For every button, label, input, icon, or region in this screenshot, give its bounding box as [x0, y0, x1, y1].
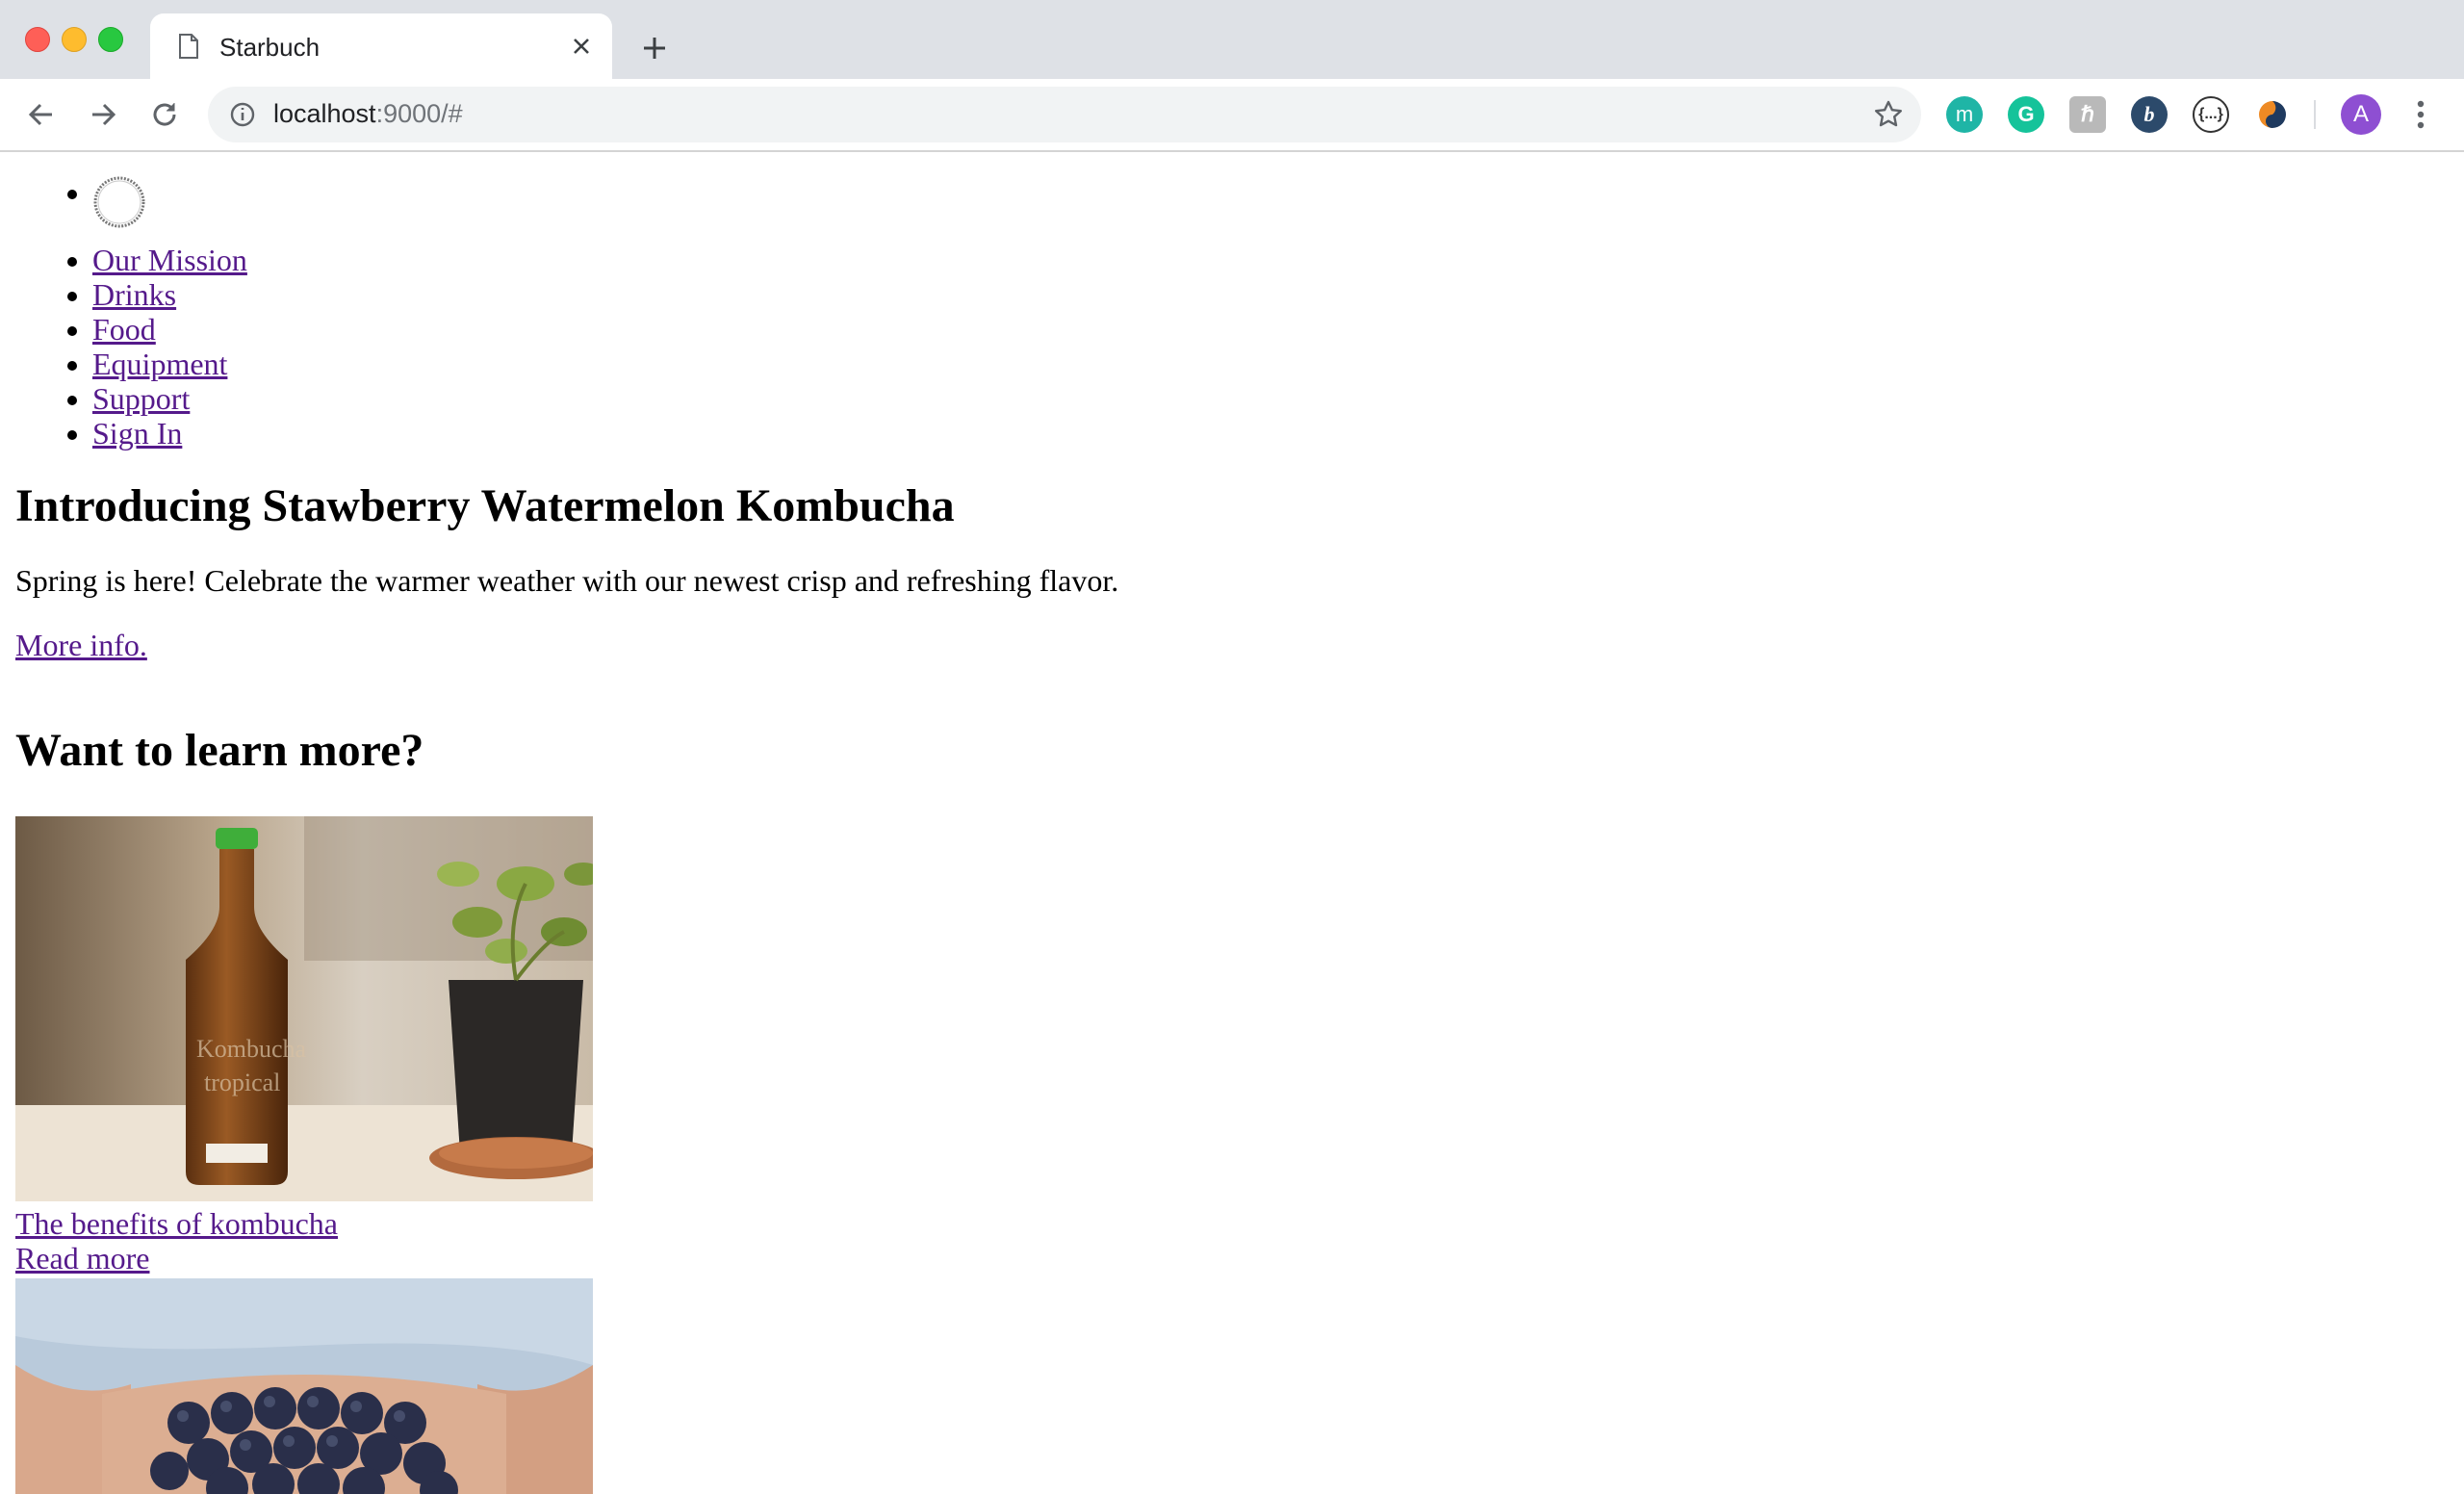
reload-icon[interactable] [146, 96, 183, 133]
toolbar-separator [2314, 100, 2316, 129]
more-info-link[interactable]: More info. [15, 628, 147, 663]
grammarly-extension-icon[interactable]: G [2008, 96, 2044, 133]
learn-more-heading: Want to learn more? [15, 725, 424, 776]
extension-s-icon[interactable] [2254, 96, 2291, 133]
card-title-link[interactable]: The benefits of kombucha [15, 1206, 338, 1242]
tab-title: Starbuch [219, 33, 321, 62]
extension-g-label: G [2017, 102, 2035, 126]
browser-menu-icon[interactable] [2406, 96, 2435, 133]
maximize-window-button[interactable] [98, 27, 123, 52]
extension-s-logo [2259, 101, 2286, 128]
back-arrow-icon[interactable] [23, 96, 60, 133]
nav-link-equipment[interactable]: Equipment [92, 347, 227, 381]
nav-link-food[interactable]: Food [92, 312, 156, 347]
site-info-icon[interactable] [229, 101, 256, 128]
nav-item-our-mission: Our Mission [92, 243, 247, 277]
address-bar[interactable]: localhost:9000/# [208, 87, 1921, 142]
forward-arrow-icon[interactable] [85, 96, 121, 133]
browser-toolbar: localhost:9000/# m G ℏ b {...} A [0, 79, 2464, 152]
hero-title: Introducing Stawberry Watermelon Kombuch… [15, 480, 955, 531]
url-text[interactable]: localhost:9000/# [273, 99, 463, 129]
json-extension-icon[interactable]: {...} [2193, 96, 2229, 133]
nav-item-support: Support [92, 381, 247, 416]
read-more-link[interactable]: Read more [15, 1241, 150, 1276]
browser-tab[interactable]: Starbuch [150, 13, 612, 79]
minimize-window-button[interactable] [62, 27, 87, 52]
nav-link-drinks[interactable]: Drinks [92, 277, 176, 312]
extension-b-label: b [2143, 102, 2155, 126]
profile-avatar[interactable]: A [2341, 94, 2381, 135]
grapes-in-hands-image[interactable] [15, 1278, 593, 1494]
nav-logo-item [92, 175, 247, 243]
avatar-letter: A [2352, 101, 2369, 127]
web-page: Our Mission Drinks Food Equipment Suppor… [0, 152, 2464, 1494]
nav-link-support[interactable]: Support [92, 381, 190, 416]
bookmark-star-icon[interactable] [1873, 99, 1904, 130]
extension-m-label: m [1955, 102, 1974, 126]
url-path: :9000/# [375, 99, 463, 128]
nav-item-sign-in: Sign In [92, 416, 247, 451]
nav-link-our-mission[interactable]: Our Mission [92, 243, 247, 277]
extension-h-icon[interactable]: ℏ [2069, 96, 2106, 133]
svg-text:Kombucha: Kombucha [196, 1035, 307, 1063]
svg-text:tropical: tropical [204, 1069, 280, 1096]
nav-item-drinks: Drinks [92, 277, 247, 312]
extension-m-icon[interactable]: m [1946, 96, 1983, 133]
brand-logo[interactable] [92, 175, 146, 229]
extension-json-label: {...} [2198, 106, 2223, 122]
close-window-button[interactable] [25, 27, 50, 52]
nav-item-food: Food [92, 312, 247, 347]
site-nav: Our Mission Drinks Food Equipment Suppor… [0, 175, 247, 451]
new-tab-icon[interactable] [639, 33, 670, 64]
document-icon [179, 34, 198, 59]
browser-tab-strip: Starbuch [0, 0, 2464, 79]
url-host: localhost [273, 99, 376, 128]
hero-description: Spring is here! Celebrate the warmer wea… [15, 563, 1119, 598]
kombucha-bottle-image[interactable]: Kombucha tropical [15, 816, 593, 1201]
close-tab-icon[interactable] [568, 33, 595, 60]
extension-b-icon[interactable]: b [2131, 96, 2168, 133]
extension-h-label: ℏ [2081, 102, 2094, 126]
nav-link-sign-in[interactable]: Sign In [92, 416, 182, 451]
nav-item-equipment: Equipment [92, 347, 247, 381]
